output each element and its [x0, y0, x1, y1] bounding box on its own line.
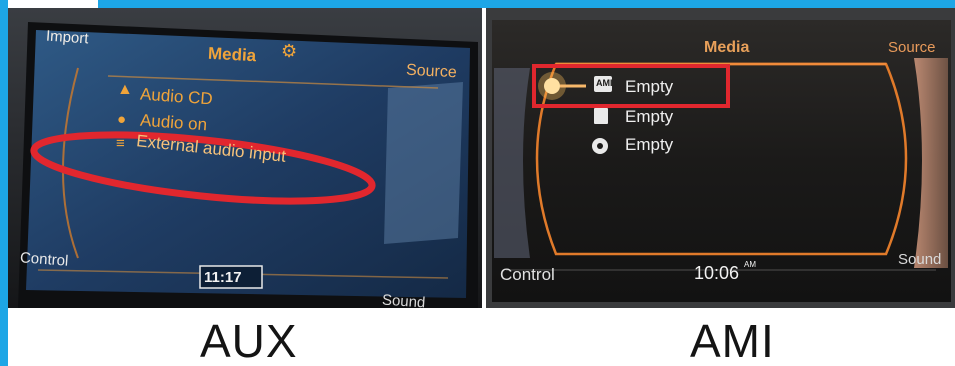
disc-icon [592, 138, 608, 154]
disc-icon: ● [117, 111, 127, 128]
import-label: Import [45, 27, 90, 48]
left-accent-bar [0, 0, 8, 366]
sd-card-icon [594, 108, 608, 124]
caption-ami: AMI [690, 315, 775, 366]
sound-label: Sound [381, 291, 426, 308]
control-label: Control [19, 249, 69, 270]
ami-screen-photo: Media Source AMI Empty Empty Empty Contr… [486, 8, 955, 308]
caption-aux: AUX [200, 315, 298, 366]
menu-item-empty-1[interactable]: Empty [625, 78, 673, 95]
media-gear-icon: ⚙ [281, 41, 298, 61]
sound-label: Sound [898, 251, 942, 268]
aux-screen-photo: Import Media ⚙ Source ▲ Audio CD ● Audio… [8, 8, 482, 308]
media-title: Media [207, 43, 257, 66]
clock: 11:17 [204, 269, 242, 286]
ami-display-panel [492, 20, 951, 302]
top-accent-bar [0, 0, 955, 8]
media-title: Media [704, 39, 750, 56]
source-label: Source [405, 61, 458, 82]
cd-icon: ▲ [117, 81, 133, 98]
ami-icon: AMI [596, 78, 613, 88]
comparison-graphic: Import Media ⚙ Source ▲ Audio CD ● Audio… [0, 0, 955, 366]
control-label: Control [500, 265, 555, 284]
menu-item-audio-cd[interactable]: Audio CD [139, 84, 213, 108]
menu-item-empty-3[interactable]: Empty [625, 136, 673, 153]
clock-suffix: AM [744, 260, 756, 269]
menu-item-empty-2[interactable]: Empty [625, 108, 673, 125]
menu-item-audio-on[interactable]: Audio on [139, 111, 207, 135]
clock: 10:06 [694, 263, 740, 283]
aux-input-icon: ≡ [116, 135, 125, 152]
source-label: Source [888, 39, 936, 56]
